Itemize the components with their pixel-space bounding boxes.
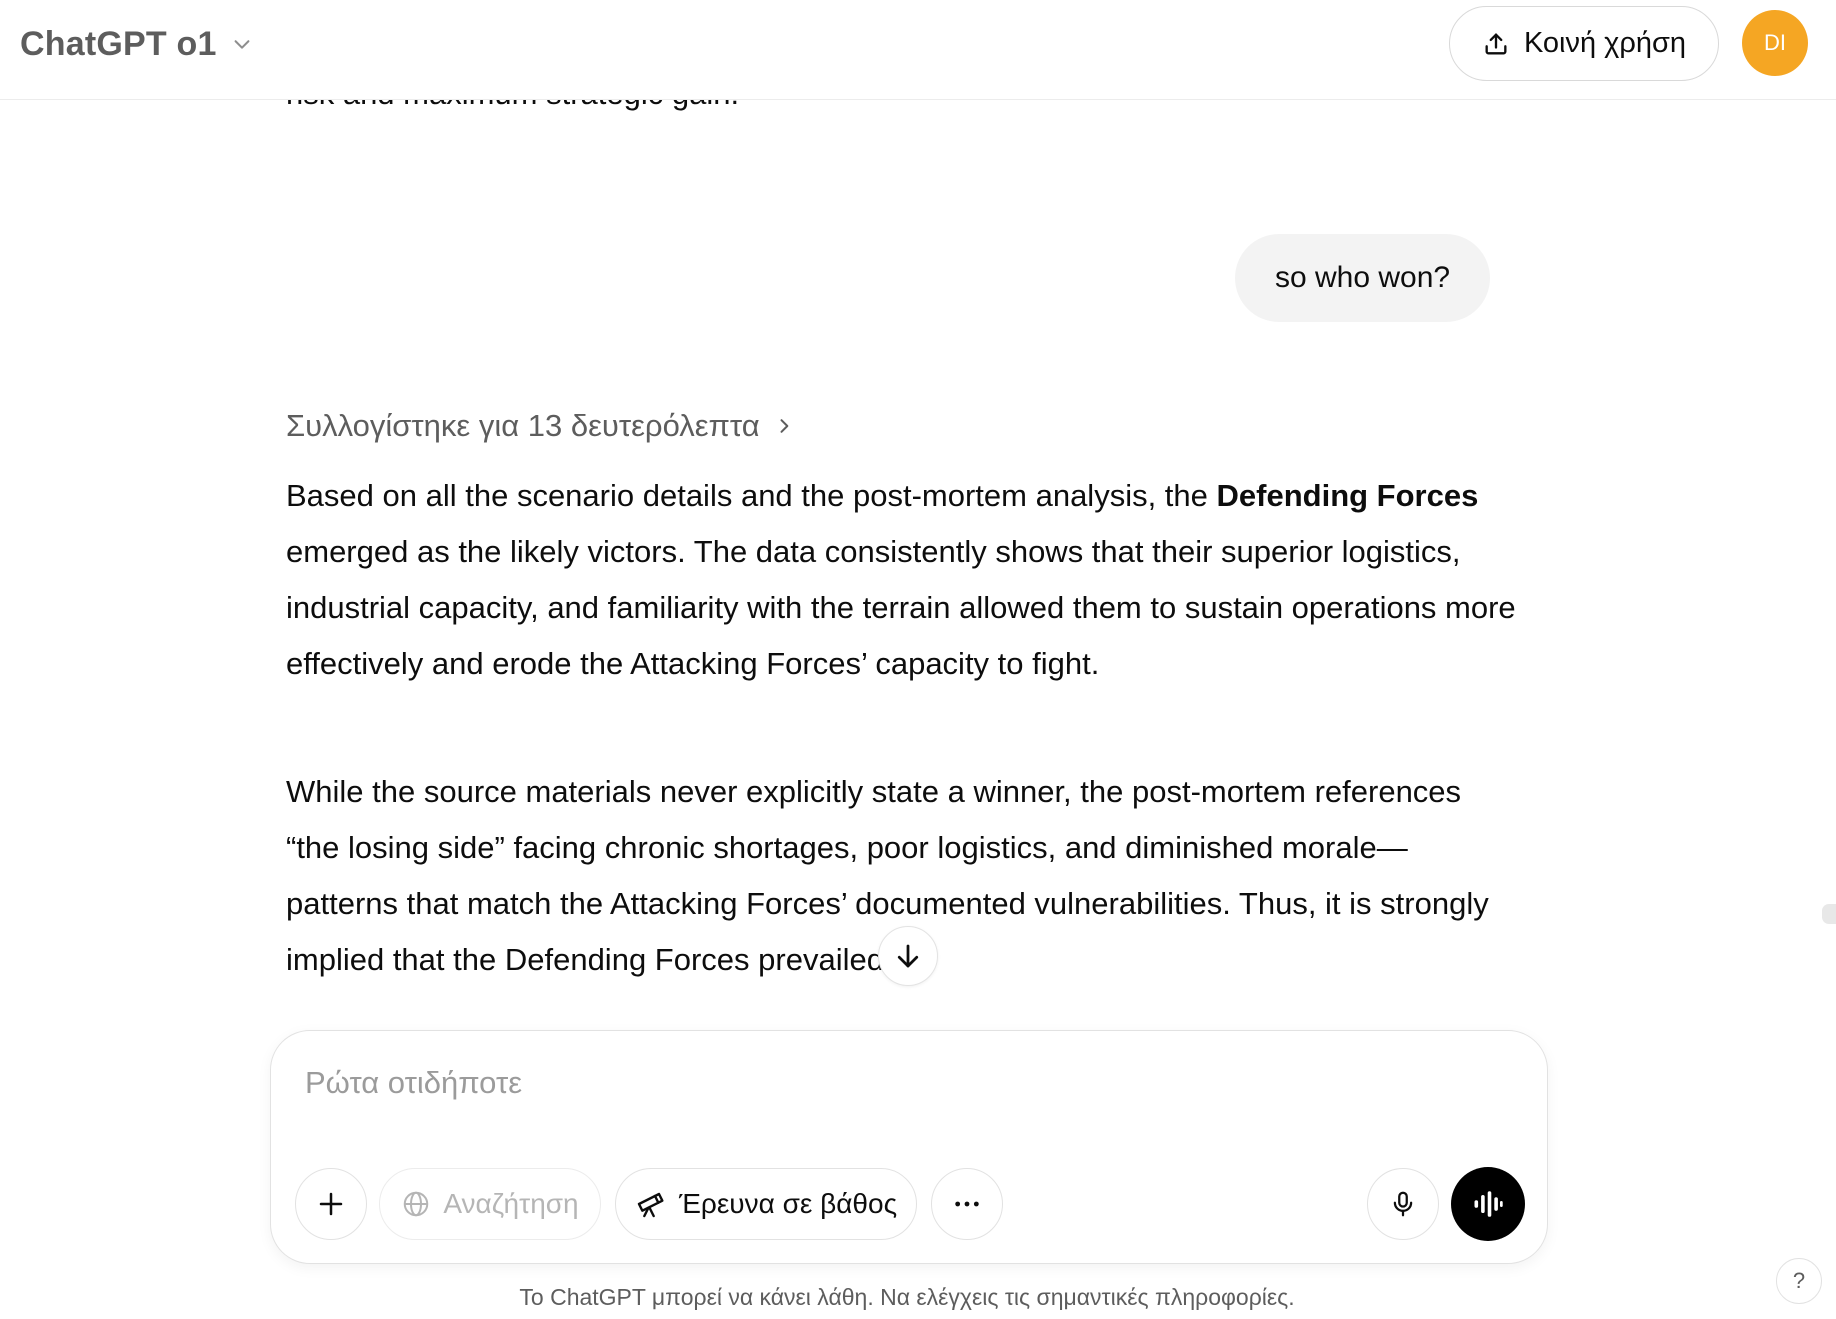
- assistant-answer-paragraph-1: Based on all the scenario details and th…: [286, 468, 1516, 692]
- model-selector[interactable]: ChatGPT o1: [20, 20, 253, 68]
- share-button[interactable]: Κοινή χρήση: [1449, 6, 1719, 81]
- message-composer: Αναζήτηση Έρευνα σε βάθος: [270, 1030, 1548, 1264]
- globe-icon: [404, 1191, 429, 1217]
- deep-research-label: Έρευνα σε βάθος: [678, 1188, 898, 1219]
- help-button[interactable]: ?: [1776, 1258, 1822, 1304]
- plus-icon: [319, 1192, 343, 1216]
- disclaimer-text: Το ChatGPT μπορεί να κάνει λάθη. Να ελέγ…: [519, 1284, 1295, 1310]
- search-button-label: Αναζήτηση: [443, 1188, 579, 1219]
- more-horizontal-icon: [955, 1201, 979, 1207]
- deep-research-button[interactable]: Έρευνα σε βάθος: [615, 1168, 917, 1240]
- answer-bold-text: Defending Forces: [1216, 478, 1479, 513]
- answer-text: emerged as the likely victors. The data …: [286, 534, 1516, 681]
- telescope-icon: [637, 1192, 664, 1218]
- user-message-bubble: so who won?: [1235, 234, 1491, 322]
- dictate-button[interactable]: [1367, 1168, 1439, 1240]
- prompt-input[interactable]: [305, 1053, 1465, 1113]
- more-tools-button[interactable]: [931, 1168, 1003, 1240]
- share-button-label: Κοινή χρήση: [1523, 27, 1687, 59]
- model-name: ChatGPT o1: [20, 24, 217, 63]
- reasoning-toggle[interactable]: Συλλογίστηκε για 13 δευτερόλεπτα: [286, 408, 794, 444]
- reasoning-label: Συλλογίστηκε για 13 δευτερόλεπτα: [286, 408, 760, 443]
- arrow-down-icon: [897, 944, 919, 968]
- avatar[interactable]: DI: [1742, 10, 1808, 76]
- microphone-icon: [1393, 1191, 1413, 1217]
- top-header: ChatGPT o1 Κοινή χρήση DI: [0, 0, 1836, 100]
- voice-mode-button[interactable]: [1451, 1167, 1525, 1241]
- chevron-down-icon: [234, 40, 250, 49]
- answer-text: Based on all the scenario details and th…: [286, 478, 1217, 513]
- chevron-right-icon: [780, 419, 789, 433]
- scrollbar-handle[interactable]: [1822, 904, 1836, 924]
- search-button[interactable]: Αναζήτηση: [379, 1168, 601, 1240]
- upload-icon: [1485, 33, 1507, 54]
- attach-button[interactable]: [295, 1168, 367, 1240]
- scroll-to-bottom-button[interactable]: [878, 926, 938, 986]
- voice-waveform-icon: [1474, 1191, 1503, 1217]
